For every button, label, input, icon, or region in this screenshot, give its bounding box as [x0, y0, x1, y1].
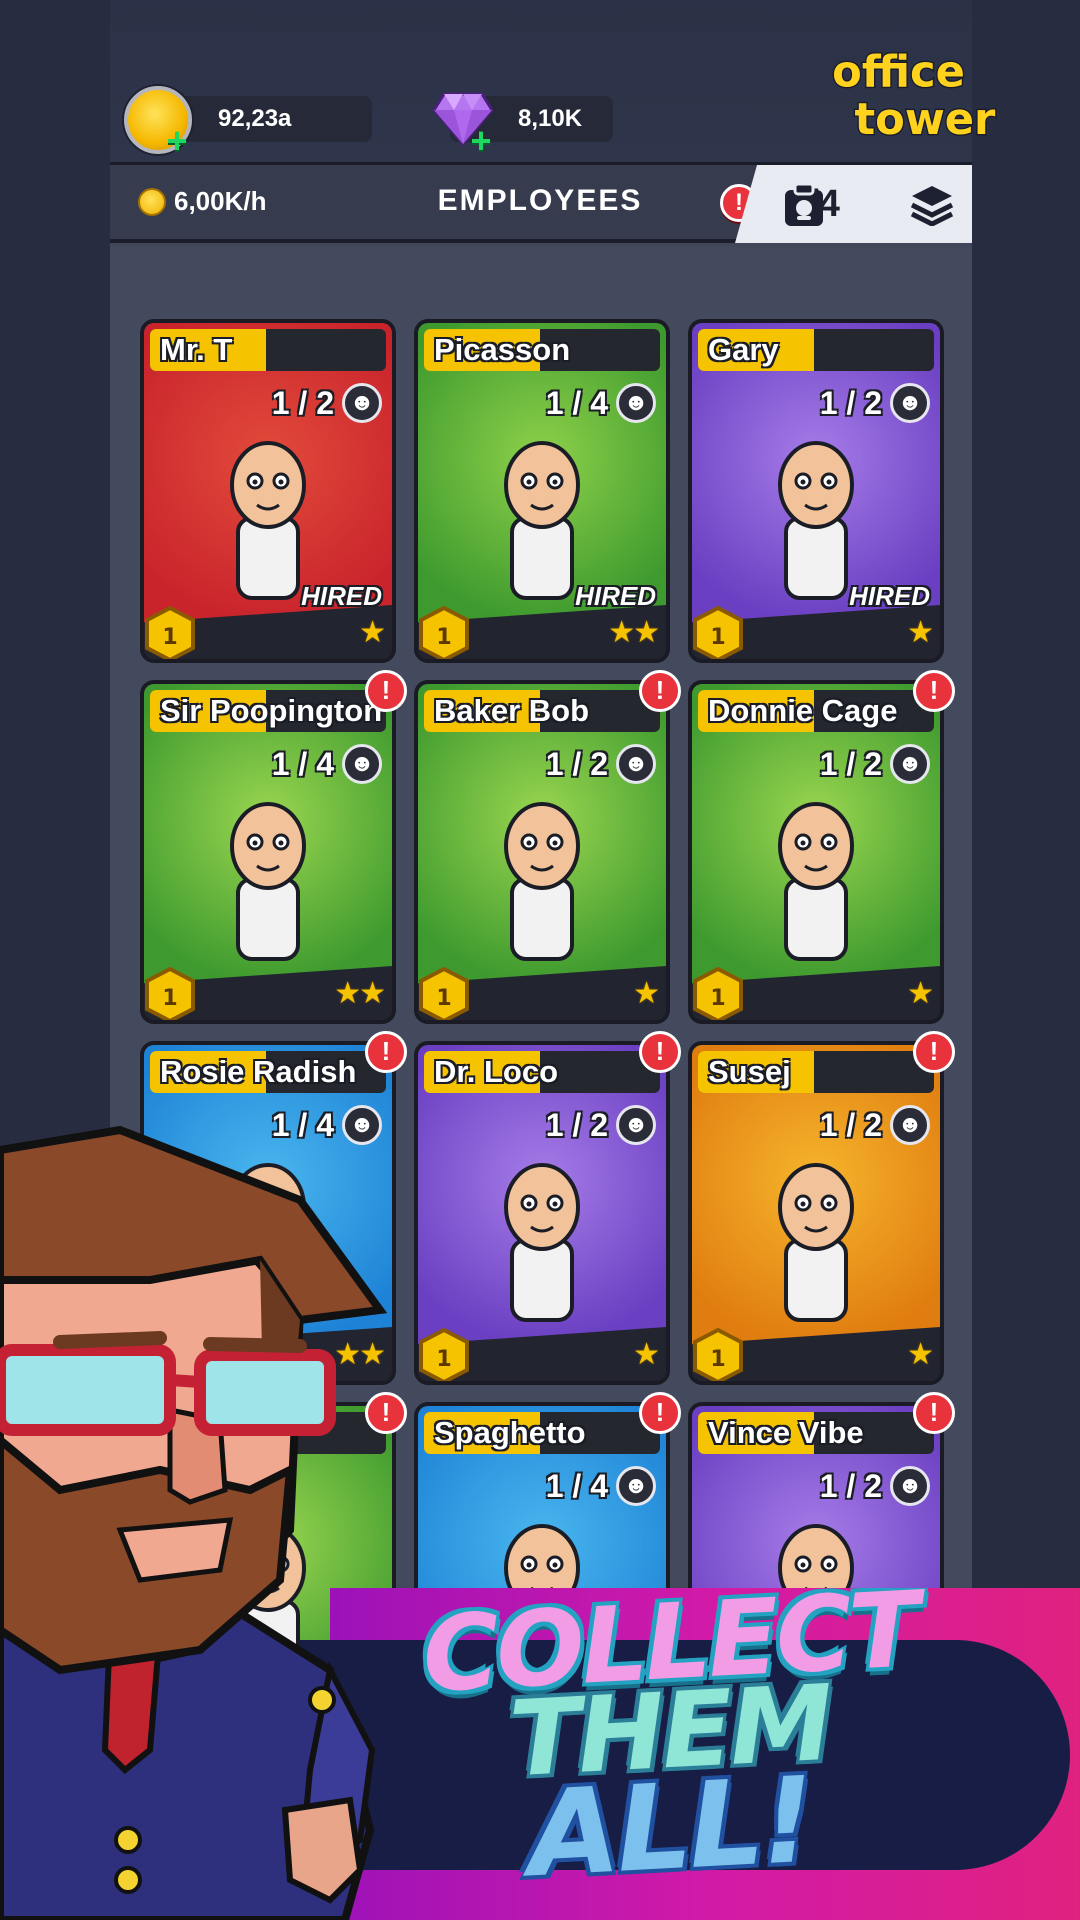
- layers-icon: [910, 186, 954, 226]
- employee-portrait: [778, 1163, 854, 1322]
- income-rate: 6,00K/h: [138, 186, 267, 217]
- employee-name: Baker Bob: [434, 693, 590, 728]
- coins-value: 92,23a: [218, 105, 292, 132]
- employee-card[interactable]: Picasson 1 / 4 ☻ HIRED 1 ★★: [414, 319, 670, 663]
- level-value: 1: [436, 986, 451, 1011]
- employee-name: Gary: [708, 332, 779, 367]
- card-alert-icon: !: [639, 1031, 681, 1073]
- skull-icon: ☻: [616, 383, 656, 423]
- employee-count: 1 / 2: [819, 1468, 882, 1504]
- star-icon: ★: [633, 1338, 660, 1371]
- star-icon: ★: [359, 616, 386, 649]
- employee-count: 1 / 2: [819, 746, 882, 782]
- gems-value: 8,10K: [518, 105, 583, 132]
- employee-card[interactable]: Sir Poopington 1 / 4 ☻ 1 ★★: [140, 680, 396, 1024]
- star-icon: ★: [633, 977, 660, 1010]
- employee-count: 1 / 2: [545, 1107, 608, 1143]
- employee-card[interactable]: Mr. T 1 / 2 ☻ HIRED 1 ★: [140, 319, 396, 663]
- skull-icon: ☻: [890, 1466, 930, 1506]
- skull-icon: ☻: [342, 744, 382, 784]
- employee-count: 1 / 4: [271, 746, 334, 782]
- level-badge-icon: 1: [693, 1328, 743, 1381]
- skull-icon: ☻: [890, 1105, 930, 1145]
- card-alert-icon: !: [913, 1392, 955, 1434]
- employee-name: Sir Poopington: [160, 693, 383, 728]
- employee-name: Susej: [708, 1054, 791, 1089]
- skull-icon: ☻: [616, 744, 656, 784]
- card-alert-icon: !: [639, 670, 681, 712]
- employee-count: 1 / 4: [545, 385, 608, 421]
- skull-icon: ☻: [616, 1466, 656, 1506]
- level-value: 1: [710, 625, 725, 650]
- level-value: 1: [162, 986, 177, 1011]
- level-badge-icon: 1: [693, 606, 743, 659]
- income-value: 6,00K/h: [174, 186, 267, 216]
- skull-icon: ☻: [890, 383, 930, 423]
- employee-name: Spaghetto: [434, 1415, 586, 1450]
- card-alert-icon: !: [639, 1392, 681, 1434]
- star-icon: ★★: [608, 616, 660, 649]
- employee-name: Mr. T: [160, 332, 233, 367]
- hired-label: HIRED: [575, 581, 656, 611]
- logo-line1: office: [832, 47, 965, 97]
- employee-portrait: [504, 1163, 580, 1322]
- level-badge-icon: 1: [419, 967, 469, 1020]
- level-badge-icon: 1: [419, 1328, 469, 1381]
- employee-name: Dr. Loco: [434, 1054, 559, 1089]
- card-alert-icon: !: [365, 1031, 407, 1073]
- hired-label: HIRED: [301, 581, 382, 611]
- employee-count: 1 / 4: [545, 1468, 608, 1504]
- level-badge-icon: 1: [145, 967, 195, 1020]
- manager-character: [0, 1125, 388, 1920]
- star-icon: ★: [907, 977, 934, 1010]
- add-coins-plus-icon[interactable]: +: [164, 123, 190, 159]
- level-value: 1: [436, 625, 451, 650]
- employee-card[interactable]: Dr. Loco 1 / 2 ☻ 1 ★: [414, 1041, 670, 1385]
- clipboard-icon: [785, 182, 823, 226]
- coin-small-icon: [138, 187, 166, 216]
- employee-count: 1 / 2: [819, 385, 882, 421]
- level-badge-icon: 1: [419, 606, 469, 659]
- level-value: 1: [710, 1347, 725, 1372]
- employee-name: Rosie Radish: [160, 1054, 357, 1089]
- employee-name: Donnie Cage: [708, 693, 898, 728]
- employee-count: 1 / 2: [819, 1107, 882, 1143]
- skull-icon: ☻: [616, 1105, 656, 1145]
- employee-count: 1 / 2: [271, 385, 334, 421]
- banner-text: COLLECT THEM ALL!: [360, 1588, 980, 1903]
- card-alert-icon: !: [913, 1031, 955, 1073]
- employee-count: 1 / 2: [545, 746, 608, 782]
- skull-icon: ☻: [890, 744, 930, 784]
- card-alert-icon: !: [913, 670, 955, 712]
- employee-card[interactable]: Donnie Cage 1 / 2 ☻ 1 ★: [688, 680, 944, 1024]
- employee-card[interactable]: Baker Bob 1 / 2 ☻ 1 ★: [414, 680, 670, 1024]
- star-icon: ★: [907, 616, 934, 649]
- employee-name: Vince Vibe: [708, 1415, 864, 1450]
- star-icon: ★: [907, 1338, 934, 1371]
- level-value: 1: [436, 1347, 451, 1372]
- employee-portrait: [230, 802, 306, 961]
- logo-line2: tower: [854, 95, 996, 145]
- employee-portrait: [778, 802, 854, 961]
- hired-label: HIRED: [849, 581, 930, 611]
- level-value: 1: [162, 625, 177, 650]
- card-alert-icon: !: [365, 670, 407, 712]
- skull-icon: ☻: [342, 383, 382, 423]
- level-badge-icon: 1: [145, 606, 195, 659]
- add-gems-plus-icon[interactable]: +: [468, 123, 494, 159]
- page-title: EMPLOYEES: [437, 184, 643, 217]
- office-tower-logo: office tower: [831, 46, 998, 146]
- employee-name: Picasson: [434, 332, 571, 367]
- star-icon: ★★: [334, 977, 386, 1010]
- employee-card[interactable]: Susej 1 / 2 ☻ 1 ★: [688, 1041, 944, 1385]
- employee-card[interactable]: Gary 1 / 2 ☻ HIRED 1 ★: [688, 319, 944, 663]
- level-badge-icon: 1: [693, 967, 743, 1020]
- employee-portrait: [504, 802, 580, 961]
- level-value: 1: [710, 986, 725, 1011]
